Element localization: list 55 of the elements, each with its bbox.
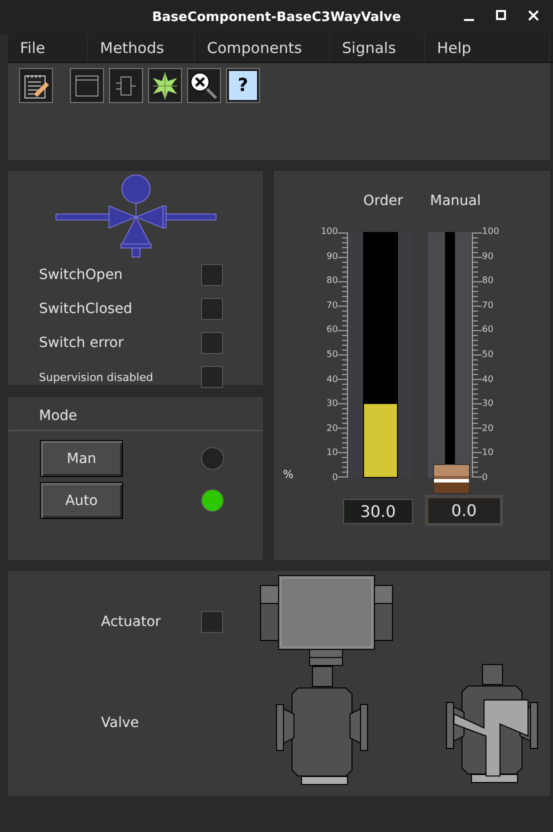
scale-label: 90: [482, 252, 494, 262]
help-button[interactable]: ?: [226, 68, 260, 103]
slider-thumb[interactable]: [433, 464, 470, 494]
scale-label: 10: [326, 448, 338, 458]
scale-label: 90: [326, 252, 338, 262]
scale-label: 50: [482, 350, 494, 360]
mode-button[interactable]: Man: [40, 440, 123, 477]
manual-value-field[interactable]: 0.0: [425, 495, 503, 526]
starburst-icon: [150, 70, 180, 100]
toolbar-button[interactable]: [19, 68, 53, 103]
menu-item[interactable]: File: [8, 34, 88, 62]
menu-item[interactable]: Components: [195, 34, 330, 62]
status-label: Switch error: [39, 335, 124, 351]
order-value: 30.0: [343, 499, 413, 524]
component-icon: [113, 74, 139, 98]
scale-label: 100: [482, 227, 500, 237]
status-label: SwitchClosed: [39, 301, 132, 317]
toolbar-button[interactable]: [148, 68, 182, 103]
maximize-icon[interactable]: [496, 10, 506, 22]
scale-label: 80: [326, 276, 338, 286]
scale-label: 20: [482, 424, 494, 434]
close-icon[interactable]: [528, 10, 539, 22]
mode-title: Mode: [39, 408, 78, 424]
scale-label: 70: [326, 300, 338, 311]
scale-label: 0: [332, 472, 338, 483]
scale-label: 10: [482, 448, 494, 458]
actuator-label: Actuator: [101, 614, 161, 630]
valve-label: Valve: [101, 715, 140, 731]
meter-title: Order: [363, 193, 403, 211]
scale-label: 60: [482, 325, 494, 336]
scale-label: 80: [482, 276, 494, 286]
toolbar-button[interactable]: [109, 68, 143, 103]
toolbar-button[interactable]: [70, 68, 104, 103]
scale-label: 30: [482, 399, 494, 410]
menu-item[interactable]: Methods: [88, 34, 195, 62]
meter-title: Manual: [430, 193, 481, 211]
window-icon: [74, 74, 100, 98]
status-label: SwitchOpen: [39, 267, 123, 283]
unit-label: %: [283, 468, 294, 481]
scale-label: 40: [326, 374, 338, 385]
mode-button[interactable]: Auto: [40, 482, 123, 519]
scale-label: 30: [326, 399, 338, 410]
status-label: Supervision disabled: [39, 370, 154, 384]
menu-item[interactable]: Help: [425, 34, 550, 62]
menu-item[interactable]: Signals: [330, 34, 425, 62]
scale-label: 0: [482, 472, 488, 483]
scale-label: 100: [320, 227, 338, 237]
toolbar-button[interactable]: [187, 68, 221, 103]
scale-label: 40: [482, 374, 494, 385]
scale-label: 50: [326, 350, 338, 360]
magnifier-icon: [189, 70, 219, 100]
scale-label: 20: [326, 424, 338, 434]
scale-label: 60: [326, 325, 338, 336]
scale-label: 70: [482, 300, 494, 311]
window-title: BaseComponent-BaseC3WayValve: [152, 10, 401, 24]
